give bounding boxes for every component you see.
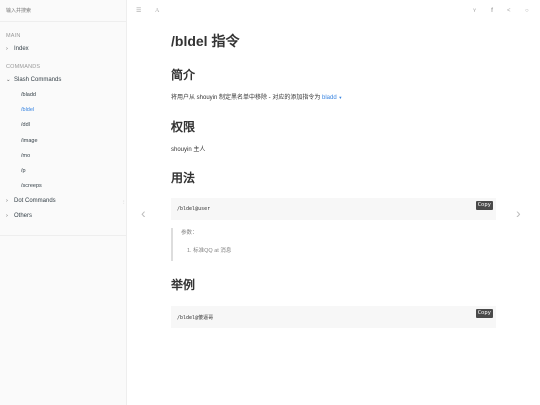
sidebar-item-label: Dot Commands <box>14 198 56 205</box>
chevron-down-icon: ⌄ <box>6 77 11 83</box>
page-content: /bldel 指令 简介 将用户从 shouyin 制定黑名单中移除 - 对应的… <box>171 30 496 328</box>
sidebar-item-slash-commands[interactable]: ⌄ Slash Commands <box>0 73 126 88</box>
sidebar: 输入并搜索 MAIN › Index COMMANDS ⌄ Slash Comman… <box>0 0 127 405</box>
weibo-icon[interactable]: ○ <box>525 6 529 16</box>
sidebar-item-label: Slash Commands <box>14 77 62 83</box>
parameters-blockquote: 参数： 1. 标准QQ at 消息 <box>171 228 496 261</box>
sidebar-subitem-ddl[interactable]: /ddl <box>0 118 126 133</box>
sidebar-item-others[interactable]: › Others <box>0 209 126 224</box>
sidebar-summary: MAIN › Index COMMANDS ⌄ Slash Commands /bl… <box>0 22 126 224</box>
header-toolbar: ☰ A ʏ f < ○ <box>127 0 540 22</box>
chevron-right-icon: › <box>6 46 8 52</box>
sidebar-header-main: MAIN <box>6 33 21 39</box>
menu-icon[interactable]: ☰ <box>136 6 141 16</box>
permission-text: shouyin 主人 <box>171 147 206 153</box>
sidebar-resize-handle[interactable]: ⁝ <box>123 200 125 206</box>
parameter-item: 1. 标准QQ at 消息 <box>187 248 232 254</box>
previous-page-icon[interactable]: ‹ <box>141 205 146 221</box>
copy-button[interactable]: Copy <box>475 309 493 318</box>
section-example-heading: 举例 <box>171 278 196 292</box>
share-icon[interactable]: < <box>507 6 511 16</box>
sidebar-header-commands: COMMANDS <box>6 64 41 70</box>
sidebar-divider <box>0 235 127 236</box>
example-code: /bldel@傻逼哥 <box>177 315 214 321</box>
sidebar-item-label: Others <box>14 213 33 220</box>
twitter-icon[interactable]: ʏ <box>473 6 476 16</box>
chevron-down-icon: ▼ <box>338 95 343 100</box>
font-icon[interactable]: A <box>155 6 159 16</box>
intro-text: 将用户从 shouyin 制定黑名单中移除 - 对应的添加指令为 <box>171 95 323 101</box>
parameters-label: 参数： <box>181 230 198 236</box>
facebook-icon[interactable]: f <box>491 6 493 16</box>
usage-code: /bldel@user <box>177 206 211 212</box>
chevron-right-icon: › <box>6 213 8 220</box>
sidebar-item-label: Index <box>14 46 29 52</box>
sidebar-subitem-mo[interactable]: /mo <box>0 149 126 164</box>
section-intro-heading: 简介 <box>171 68 196 82</box>
sidebar-subitem-bladd[interactable]: /bladd <box>0 88 126 103</box>
copy-button[interactable]: Copy <box>475 201 493 210</box>
search-input[interactable]: 输入并搜索 <box>0 0 126 22</box>
sidebar-item-dot-commands[interactable]: › Dot Commands <box>0 194 126 209</box>
usage-code-block: /bldel@user Copy <box>171 198 496 220</box>
intro-paragraph: 将用户从 shouyin 制定黑名单中移除 - 对应的添加指令为 bladd ▼ <box>171 93 496 103</box>
section-usage-heading: 用法 <box>171 171 196 185</box>
sidebar-subitem-bldel[interactable]: /bldel <box>0 103 126 118</box>
sidebar-subitem-screeps[interactable]: /screeps <box>0 179 126 194</box>
next-page-icon[interactable]: › <box>516 205 521 221</box>
sidebar-subitem-p[interactable]: /p <box>0 164 126 179</box>
example-code-block: /bldel@傻逼哥 Copy <box>171 306 496 328</box>
sidebar-item-index[interactable]: › Index <box>0 42 126 57</box>
bladd-link[interactable]: bladd <box>322 95 337 101</box>
sidebar-subitem-image[interactable]: /image <box>0 134 126 149</box>
section-permission-heading: 权限 <box>171 120 196 134</box>
chevron-right-icon: › <box>6 198 8 205</box>
page-title: /bldel 指令 <box>171 33 240 49</box>
